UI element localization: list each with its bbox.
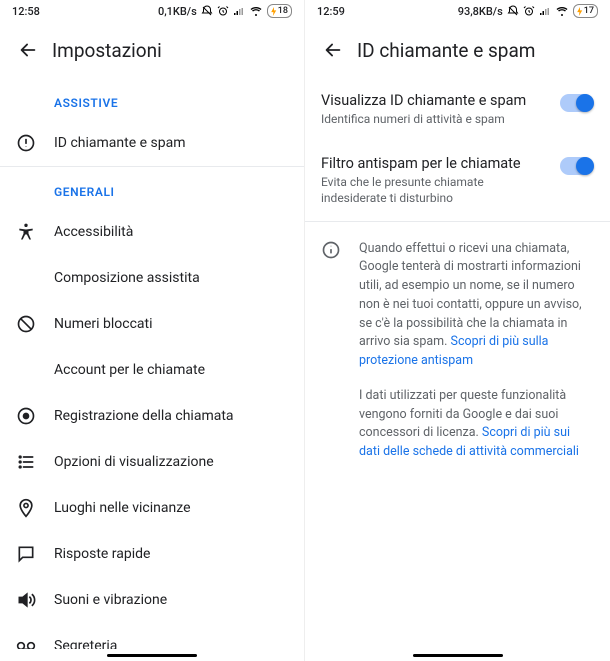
status-time: 12:59 [317,5,345,18]
setting-title: Visualizza ID chiamante e spam [321,92,546,109]
signal-icon [233,5,245,17]
toggle-filter-spam[interactable] [560,157,594,175]
item-display-options[interactable]: Opzioni di visualizzazione [0,439,304,485]
back-button[interactable] [8,30,48,70]
list-icon [16,452,36,472]
settings-list[interactable]: ASSISTIVE ID chiamante e spam GENERALI A… [0,78,304,649]
section-header-general: GENERALI [0,167,304,209]
item-quick-responses[interactable]: Risposte rapide [0,531,304,577]
info-block: Quando effettui o ricevi una chiamata, G… [305,222,610,478]
item-label: Suoni e vibrazione [54,592,288,608]
item-call-recording[interactable]: Registrazione della chiamata [0,393,304,439]
toggle-see-caller-id[interactable] [560,94,594,112]
setting-see-caller-id[interactable]: Visualizza ID chiamante e spam Identific… [305,78,610,141]
item-label: Segreteria [54,638,288,649]
page-title: ID chiamante e spam [357,39,535,62]
status-speed: 93,8KB/s [458,5,503,18]
signal-icon [539,5,551,17]
item-nearby-places[interactable]: Luoghi nelle vicinanze [0,485,304,531]
content: Visualizza ID chiamante e spam Identific… [305,78,610,649]
setting-filter-spam[interactable]: Filtro antispam per le chiamate Evita ch… [305,141,610,220]
settings-screen: 12:58 0,1KB/s 18 Impostazioni ASSISTIVE [0,0,305,661]
volume-icon [16,590,36,610]
setting-desc: Evita che le presunte chiamate indesider… [321,174,546,206]
item-calling-accounts[interactable]: Account per le chiamate [0,347,304,393]
item-label: Composizione assistita [54,270,288,286]
voicemail-icon [16,636,36,649]
app-bar: Impostazioni [0,22,304,78]
battery-indicator: 18 [267,4,292,18]
chat-icon [16,544,36,564]
item-label: Registrazione della chiamata [54,408,288,424]
info-icon [16,133,36,153]
accessibility-icon [16,222,36,242]
dnd-icon [507,5,519,17]
item-voicemail[interactable]: Segreteria [0,623,304,649]
wifi-icon [555,5,569,17]
back-button[interactable] [313,30,353,70]
caller-id-spam-screen: 12:59 93,8KB/s 17 ID chiamante e spam [305,0,610,661]
item-sounds-vibration[interactable]: Suoni e vibrazione [0,577,304,623]
item-label: ID chiamante e spam [54,135,288,151]
item-label: Risposte rapide [54,546,288,562]
section-header-assistive: ASSISTIVE [0,78,304,120]
setting-desc: Identifica numeri di attività e spam [321,111,546,127]
nav-bar [305,649,610,661]
item-label: Luoghi nelle vicinanze [54,500,288,516]
arrow-back-icon [17,39,39,61]
arrow-back-icon [322,39,344,61]
location-icon [16,498,36,518]
status-time: 12:58 [12,5,40,18]
info-outline-icon [321,240,341,260]
battery-indicator: 17 [573,4,598,18]
item-accessibility[interactable]: Accessibilità [0,209,304,255]
item-assisted-dialing[interactable]: Composizione assistita [0,255,304,301]
dnd-icon [201,5,213,17]
nav-bar [0,649,304,661]
alarm-icon [523,5,535,17]
status-bar: 12:58 0,1KB/s 18 [0,0,304,22]
item-label: Numeri bloccati [54,316,288,332]
alarm-icon [217,5,229,17]
page-title: Impostazioni [52,39,162,62]
setting-title: Filtro antispam per le chiamate [321,155,546,172]
status-right: 93,8KB/s 17 [458,4,598,18]
status-right: 0,1KB/s 18 [158,4,292,18]
home-handle[interactable] [107,654,197,657]
item-label: Account per le chiamate [54,362,288,378]
item-label: Accessibilità [54,224,288,240]
record-icon [16,406,36,426]
block-icon [16,314,36,334]
wifi-icon [249,5,263,17]
app-bar: ID chiamante e spam [305,22,610,78]
status-speed: 0,1KB/s [158,5,197,18]
status-bar: 12:59 93,8KB/s 17 [305,0,610,22]
item-caller-id-spam[interactable]: ID chiamante e spam [0,120,304,166]
item-label: Opzioni di visualizzazione [54,454,288,470]
item-blocked-numbers[interactable]: Numeri bloccati [0,301,304,347]
home-handle[interactable] [413,654,503,657]
info-text: Quando effettui o ricevi una chiamata, G… [359,240,594,462]
